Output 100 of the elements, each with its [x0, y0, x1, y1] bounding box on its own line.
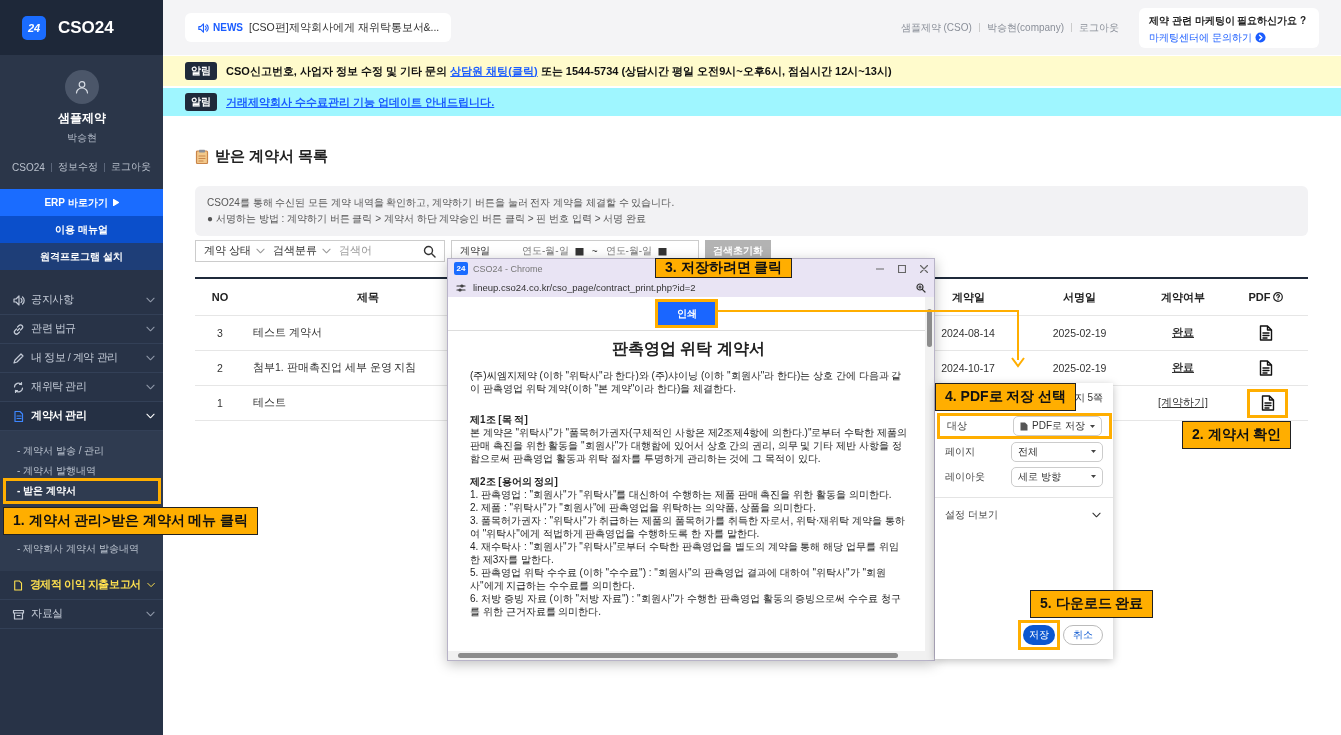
profile-link[interactable]: 정보수정 [57, 160, 98, 174]
window-title: CSO24 - Chrome [473, 263, 543, 274]
chevron-down-icon [1092, 512, 1101, 518]
chevron-down-icon [255, 248, 265, 254]
notice-text: CSO신고번호, 사업자 정보 수정 및 기타 문의 상담원 채팅(클릭) 또는 1544-5734 (상담시간 평일 오전9시~오후6시, 점심시간 12시~13시) [226, 63, 892, 79]
table-cell: 2025-02-19 [1052, 327, 1107, 339]
maximize-icon[interactable] [898, 264, 906, 273]
chevron-down-icon [146, 611, 155, 617]
file-icon [1020, 421, 1028, 431]
table-cell: 2024-08-14 [941, 327, 995, 339]
speaker-icon [197, 21, 209, 34]
app-badge: 24 [454, 262, 468, 275]
guide-tooltip: 5. 다운로드 완료 [1030, 590, 1154, 618]
field-label: 레이아웃 [945, 469, 986, 484]
more-settings-row[interactable]: 설정 더보기 [935, 498, 1113, 532]
document-icon [12, 409, 25, 423]
submenu-item[interactable]: - 계약서 발송 / 관리 [0, 441, 163, 461]
table-cell[interactable]: 테스트 계약서 [253, 326, 322, 340]
notice-link[interactable]: 거래제약회사 수수료관리 기능 업데이트 안내드립니다. [226, 94, 495, 110]
calendar-icon [658, 246, 668, 256]
guide-tooltip: 3. 저장하려면 클릭 [655, 258, 793, 278]
dropdown-field[interactable]: PDF로 저장 [1013, 416, 1102, 436]
category-select[interactable]: 검색분류 [272, 244, 331, 258]
document-text: 1. 판촉영업 : "회원사"가 "위탁사"를 대신하여 수행하는 제품 판매 촉진을 위한 활동을 의미한다. [470, 488, 893, 501]
submenu-item[interactable]: - 받은 계약서 [3, 478, 161, 504]
status-link[interactable]: 완료 [1172, 326, 1194, 340]
triangle-right-icon [112, 199, 119, 206]
vertical-scrollbar[interactable] [925, 297, 934, 651]
news-headline[interactable]: [CSO편]제약회사에게 재위탁통보서&... [249, 20, 440, 35]
news-label: NEWS [213, 22, 243, 33]
column-header: NO [211, 291, 229, 303]
sidebar-menu-item[interactable]: 자료실 [0, 600, 163, 629]
document-text: (주)씨엠지제약 (이하 "위탁사"라 한다)와 (주)샤이닝 (이하 "회원사"라 한다)는 상호 간에 다음과 같이 판촉영업 위탁 계약(이하 "본 계약"이라 한다)을 체결한다. [470, 369, 903, 395]
address-bar[interactable]: lineup.cso24.co.kr/cso_page/contract_print.php?id=2 [448, 278, 934, 297]
status-link[interactable]: 완료 [1172, 361, 1194, 375]
sidebar-menu-item[interactable]: 경제적 이익 지출보고서 [0, 571, 163, 600]
chevron-down-icon [321, 248, 331, 254]
save-button[interactable]: 저장 [1018, 620, 1060, 650]
arrow-circle-icon [1254, 32, 1266, 43]
pdf-document-icon[interactable] [1260, 395, 1275, 411]
help-circle-icon [1272, 292, 1283, 302]
horizontal-scrollbar[interactable] [448, 651, 934, 660]
pdf-document-icon[interactable] [1258, 325, 1273, 341]
table-cell[interactable]: 테스트 [253, 396, 286, 410]
table-cell: 3 [217, 327, 223, 339]
sidebar-menu-item[interactable]: 내 정보 / 계약 관리 [0, 344, 163, 373]
chevron-down-icon [146, 326, 155, 332]
chevron-down-icon [146, 582, 155, 588]
dropdown-field[interactable]: 세로 방향 [1011, 466, 1103, 487]
table-cell: 1 [217, 397, 223, 409]
person-icon [73, 79, 90, 95]
submenu-item[interactable]: - 제약회사 계약서 발송내역 [0, 539, 163, 559]
sidebar-menu-item[interactable]: 관련 법규 [0, 315, 163, 344]
field-label: 페이지 [945, 444, 976, 459]
date-label: 계약일 [460, 244, 490, 258]
table-cell: 2024-10-17 [941, 362, 995, 374]
notice-badge: 알림 [185, 93, 217, 111]
close-icon[interactable] [920, 264, 928, 273]
document-text: 5. 판촉영업 위탁 수수료 (이하 "수수료") : "회원사"의 판촉영업 결과에 대하여 "위탁사"가 "회원사"에게 지급하는 수수료를 의미한다. [470, 566, 887, 592]
chevron-down-icon [146, 384, 155, 390]
guide-tooltip: 1. 계약서 관리>받은 계약서 메뉴 클릭 [3, 507, 259, 535]
caret-icon [1091, 475, 1096, 478]
link-icon [12, 322, 25, 336]
document-title: 판촉영업 위탁 계약서 [611, 339, 766, 359]
quick-button[interactable]: 원격프로그램 설치 [0, 243, 163, 270]
sidebar-menu-item[interactable]: 공지사항 [0, 286, 163, 315]
caret-icon [1091, 450, 1096, 453]
info-text: ● 서명하는 방법 : 계약하기 버튼 클릭 > 계약서 하단 계약승인 버튼 클릭 > 핀 번호 입력 > 서명 완료 [207, 212, 648, 226]
profile-link[interactable]: CSO24 [12, 161, 45, 173]
pdf-document-icon[interactable] [1258, 360, 1273, 376]
promo-title: 제약 관련 마케팅이 필요하신가요 ? [1149, 13, 1308, 28]
quick-button[interactable]: ERP 바로가기 [0, 189, 163, 216]
document-text: 4. 재수탁사 : "회원사"가 "위탁사"로부터 수탁한 판촉영업을 별도의 계약을 통해 해당 업무를 위임한 제3자를 말한다. [470, 540, 900, 566]
user-name: 박승현 [66, 131, 97, 145]
cancel-button[interactable]: 취소 [1063, 625, 1103, 645]
table-cell[interactable]: 첨부1. 판매촉진업 세부 운영 지침 [253, 361, 417, 375]
document-text: 6. 처방 증빙 자료 (이하 "처방 자료") : "회원사"가 수행한 판촉영업 활동의 증빙으로써 수수료 청구를 위한 근거자료를 의미한다. [470, 592, 902, 618]
notice-link[interactable]: 상담원 채팅(클릭) [450, 64, 538, 77]
page-count: 지 5쪽 [1074, 391, 1103, 405]
section-heading: 제2조 [용어의 정의] [470, 475, 559, 488]
pencil-icon [12, 351, 25, 365]
url-text: lineup.cso24.co.kr/cso_page/contract_print.php?id=2 [473, 282, 697, 293]
table-cell: 2025-02-19 [1052, 362, 1107, 374]
print-button[interactable]: 인쇄 [655, 299, 718, 328]
column-header: PDF [1248, 291, 1271, 303]
archive-icon [12, 607, 25, 621]
submenu-item[interactable]: - 계약서 발행내역 [0, 461, 163, 481]
tune-icon [456, 282, 466, 293]
document-text: 2. 제품 : "위탁사"가 "회원사"에 판촉영업을 위탁하는 의약품, 상품을 의미한다. [470, 501, 817, 514]
column-header: 계약일 [951, 289, 985, 305]
promo-link[interactable]: 마케팅센터에 문의하기 [1149, 30, 1252, 45]
news-ticker[interactable]: NEWS [CSO편]제약회사에게 재위탁통보서&... [185, 13, 452, 42]
calendar-icon [574, 246, 584, 256]
quick-button[interactable]: 이용 매뉴얼 [0, 216, 163, 243]
status-link[interactable]: [계약하기] [1158, 396, 1208, 410]
chevron-down-icon [146, 413, 155, 419]
status-select[interactable]: 계약 상태 [204, 244, 265, 258]
dropdown-field[interactable]: 전체 [1011, 441, 1103, 462]
profile-link[interactable]: 로그아웃 [110, 160, 151, 174]
guide-tooltip: 2. 계약서 확인 [1182, 421, 1292, 449]
